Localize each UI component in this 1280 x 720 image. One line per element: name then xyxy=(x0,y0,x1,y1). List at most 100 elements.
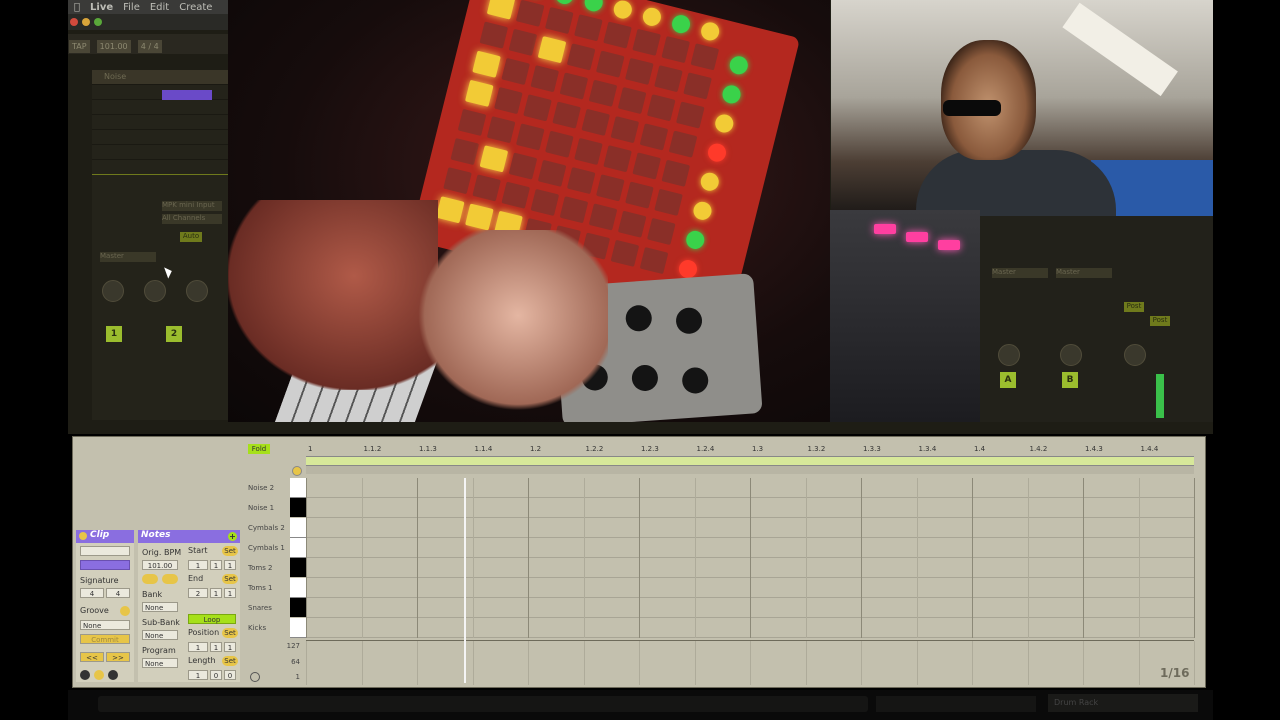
program-select[interactable]: None xyxy=(142,658,178,668)
start-beat-field[interactable]: 1 xyxy=(210,560,222,570)
clip-color-select[interactable] xyxy=(80,560,130,570)
end-sixteenth-field[interactable]: 1 xyxy=(224,588,236,598)
end-beat-field[interactable]: 1 xyxy=(210,588,222,598)
apple-icon[interactable]:  xyxy=(74,2,80,13)
bank-select[interactable]: None xyxy=(142,602,178,612)
subbank-select[interactable]: None xyxy=(142,630,178,640)
pan-knob[interactable] xyxy=(998,344,1020,366)
orig-bpm-field[interactable]: 101.00 xyxy=(142,560,178,570)
bpm-halve-button[interactable] xyxy=(142,574,158,584)
length-sixteenth-field[interactable]: 0 xyxy=(224,670,236,680)
fold-button[interactable]: Fold xyxy=(248,444,270,454)
position-bar-field[interactable]: 1 xyxy=(188,642,208,652)
start-marker-bar[interactable] xyxy=(306,466,1194,474)
view-button-notes[interactable] xyxy=(94,670,104,680)
minimize-window-button[interactable] xyxy=(82,18,90,26)
groove-hot-swap-icon[interactable] xyxy=(120,606,130,616)
menu-item-live[interactable]: Live xyxy=(90,2,113,13)
piano-key[interactable] xyxy=(290,578,306,598)
start-set-button[interactable]: Set xyxy=(222,546,238,556)
send-b-knob[interactable] xyxy=(186,280,208,302)
nudge-forward-button[interactable]: >> xyxy=(106,652,130,662)
tempo-field[interactable]: 101.00 xyxy=(96,40,131,53)
return-activator-b[interactable]: B xyxy=(1062,372,1078,388)
clip-slot[interactable] xyxy=(92,115,228,130)
audio-to-select[interactable]: Master xyxy=(100,252,156,262)
position-set-button[interactable]: Set xyxy=(222,628,238,638)
bpm-double-button[interactable] xyxy=(162,574,178,584)
clip-box-header[interactable]: Clip xyxy=(76,530,134,543)
menu-item-create[interactable]: Create xyxy=(179,2,212,13)
meter-field[interactable]: 4 / 4 xyxy=(137,40,162,53)
pan-knob[interactable] xyxy=(144,280,166,302)
start-sixteenth-field[interactable]: 1 xyxy=(224,560,236,570)
clip-slot[interactable] xyxy=(92,85,228,100)
groove-select[interactable]: None xyxy=(80,620,130,630)
piano-key[interactable] xyxy=(290,518,306,538)
position-sixteenth-field[interactable]: 1 xyxy=(224,642,236,652)
zoom-window-button[interactable] xyxy=(94,18,102,26)
left-hand-image xyxy=(228,200,438,390)
audio-to-select[interactable]: Master xyxy=(1056,268,1112,278)
clip-slot[interactable] xyxy=(92,130,228,145)
launchpad-pad xyxy=(508,152,538,180)
piano-key[interactable] xyxy=(290,598,306,617)
grid-line xyxy=(916,478,918,638)
close-window-button[interactable] xyxy=(70,18,78,26)
position-beat-field[interactable]: 1 xyxy=(210,642,222,652)
signature-numerator[interactable]: 4 xyxy=(80,588,104,598)
track-header[interactable]: Noise xyxy=(92,70,228,85)
length-bar-field[interactable]: 1 xyxy=(188,670,208,680)
length-set-button[interactable]: Set xyxy=(222,656,238,666)
grid-line xyxy=(861,478,862,638)
length-beat-field[interactable]: 0 xyxy=(210,670,222,680)
track-activator-2[interactable]: 2 xyxy=(166,326,182,342)
note-editor-grid[interactable] xyxy=(306,478,1195,638)
launchpad-pad xyxy=(581,108,611,136)
post-button[interactable]: Post xyxy=(1150,316,1170,326)
post-button[interactable]: Post xyxy=(1124,302,1144,312)
menu-item-edit[interactable]: Edit xyxy=(150,2,169,13)
piano-key[interactable] xyxy=(290,538,306,558)
midi-input-select[interactable]: MPK mini Input xyxy=(162,201,222,211)
piano-key[interactable] xyxy=(290,498,306,517)
ruler-tick-label: 1.4 xyxy=(974,445,986,453)
view-button-envelopes[interactable] xyxy=(80,670,90,680)
velocity-editor[interactable] xyxy=(306,640,1195,685)
loop-brace[interactable] xyxy=(306,456,1194,466)
clip-slot[interactable] xyxy=(92,145,228,160)
monitor-auto-button[interactable]: Auto xyxy=(180,232,202,242)
add-icon[interactable]: + xyxy=(228,532,237,541)
midi-channel-select[interactable]: All Channels xyxy=(162,214,222,224)
commit-button[interactable]: Commit xyxy=(80,634,130,644)
clip-slot[interactable] xyxy=(92,160,228,175)
clip-slot[interactable] xyxy=(92,100,228,115)
status-scrollbar[interactable] xyxy=(98,696,868,712)
tap-tempo-button[interactable]: TAP xyxy=(69,40,90,53)
preview-icon[interactable] xyxy=(292,466,302,476)
piano-key[interactable] xyxy=(290,558,306,577)
menu-item-file[interactable]: File xyxy=(123,2,140,13)
signature-denominator[interactable]: 4 xyxy=(106,588,130,598)
pan-knob[interactable] xyxy=(1060,344,1082,366)
view-button-sample[interactable] xyxy=(108,670,118,680)
ruler-tick-label: 1.3.2 xyxy=(807,445,826,453)
beat-ruler[interactable]: 1 1.1.2 1.1.3 1.1.4 1.2 1.2.2 1.2.3 1.2.4 1.3 1.3… xyxy=(306,444,1194,456)
clip-name-field[interactable] xyxy=(80,546,130,556)
start-bar-field[interactable]: 1 xyxy=(188,560,208,570)
audio-to-select[interactable]: Master xyxy=(992,268,1048,278)
end-bar-field[interactable]: 2 xyxy=(188,588,208,598)
velocity-toggle-icon[interactable] xyxy=(250,672,260,682)
track-activator-1[interactable]: 1 xyxy=(106,326,122,342)
piano-key[interactable] xyxy=(290,478,306,498)
end-set-button[interactable]: Set xyxy=(222,574,238,584)
send-a-knob[interactable] xyxy=(102,280,124,302)
clip-activator-icon[interactable] xyxy=(79,532,87,540)
loop-button[interactable]: Loop xyxy=(188,614,236,624)
nudge-back-button[interactable]: << xyxy=(80,652,104,662)
notes-box-header[interactable]: Notes + xyxy=(138,530,240,543)
piano-key[interactable] xyxy=(290,618,306,638)
ruler-tick-label: 1.1.4 xyxy=(474,445,493,453)
pan-knob[interactable] xyxy=(1124,344,1146,366)
return-activator-a[interactable]: A xyxy=(1000,372,1016,388)
